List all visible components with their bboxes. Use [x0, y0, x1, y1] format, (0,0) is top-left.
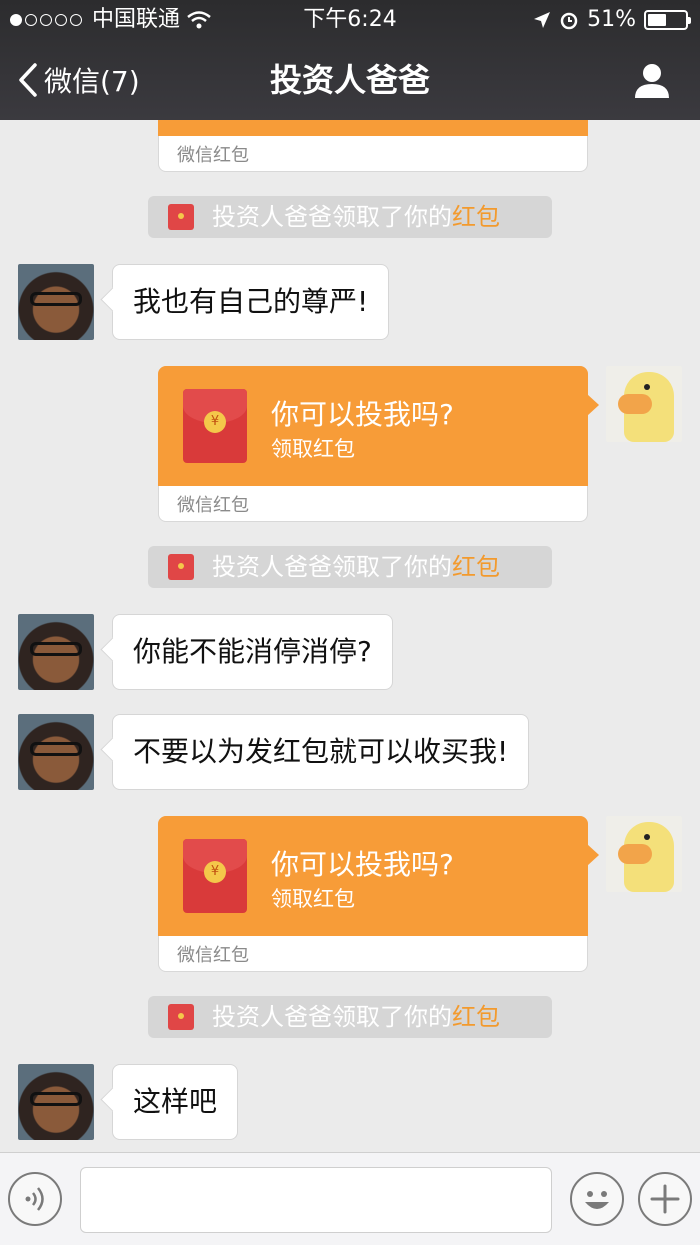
message-bubble[interactable]: 不要以为发红包就可以收买我!	[112, 714, 530, 790]
nav-bar: 微信(7) 投资人爸爸	[0, 40, 700, 120]
message-bubble[interactable]: 这样吧	[112, 1064, 239, 1140]
red-packet-icon	[168, 1004, 194, 1030]
system-notice: 投资人爸爸领取了你的红包	[148, 196, 552, 238]
red-envelope-icon: ¥	[183, 839, 247, 913]
status-bar: 中国联通 下午6:24 51%	[0, 0, 700, 40]
system-notice: 投资人爸爸领取了你的红包	[148, 546, 552, 588]
location-arrow-icon	[534, 12, 551, 28]
input-bar	[0, 1152, 700, 1245]
voice-icon	[25, 1187, 44, 1211]
red-packet-link[interactable]: 红包	[452, 1003, 500, 1031]
emoji-button[interactable]	[570, 1172, 624, 1226]
battery-percent: 51%	[587, 7, 636, 32]
red-packet-subtitle: 领取红包	[271, 887, 355, 911]
my-avatar[interactable]	[606, 366, 682, 442]
top-bar: 中国联通 下午6:24 51% 微信(7) 投资人爸爸	[0, 0, 700, 120]
emoji-icon	[585, 1191, 609, 1209]
red-packet-title: 你可以投我吗?	[271, 848, 454, 881]
chat-area[interactable]: 微信红包 投资人爸爸领取了你的红包 我也有自己的尊严! ¥ 你可以投我吗? 领取…	[0, 120, 700, 1152]
red-packet-subtitle: 领取红包	[271, 437, 355, 461]
my-avatar[interactable]	[606, 816, 682, 892]
red-packet-footer: 微信红包	[177, 145, 249, 166]
red-packet-link[interactable]: 红包	[452, 553, 500, 581]
voice-button[interactable]	[8, 1172, 62, 1226]
plus-icon	[650, 1184, 680, 1214]
back-button[interactable]: 微信(7)	[18, 40, 140, 120]
red-packet-icon	[168, 554, 194, 580]
more-button[interactable]	[638, 1172, 692, 1226]
chevron-left-icon	[19, 63, 37, 97]
alarm-clock-icon	[560, 12, 578, 30]
red-packet-footer: 微信红包	[177, 495, 249, 516]
red-envelope-icon: ¥	[183, 389, 247, 463]
avatar[interactable]	[18, 714, 94, 790]
avatar[interactable]	[18, 614, 94, 690]
red-packet-title: 你可以投我吗?	[271, 398, 454, 431]
person-icon[interactable]	[632, 60, 672, 100]
avatar[interactable]	[18, 264, 94, 340]
avatar[interactable]	[18, 1064, 94, 1140]
message-bubble[interactable]: 你能不能消停消停?	[112, 614, 393, 690]
red-packet-icon	[168, 204, 194, 230]
system-notice: 投资人爸爸领取了你的红包	[148, 996, 552, 1038]
red-packet-card[interactable]: ¥ 你可以投我吗? 领取红包 微信红包	[158, 816, 599, 972]
red-packet-card[interactable]: 微信红包	[158, 120, 588, 172]
red-packet-link[interactable]: 红包	[452, 203, 500, 231]
back-label: 微信(7)	[44, 65, 140, 98]
battery-icon	[644, 10, 691, 30]
message-input[interactable]	[80, 1167, 552, 1233]
red-packet-footer: 微信红包	[177, 945, 249, 966]
message-bubble[interactable]: 我也有自己的尊严!	[112, 264, 390, 340]
red-packet-card[interactable]: ¥ 你可以投我吗? 领取红包 微信红包	[158, 366, 599, 522]
